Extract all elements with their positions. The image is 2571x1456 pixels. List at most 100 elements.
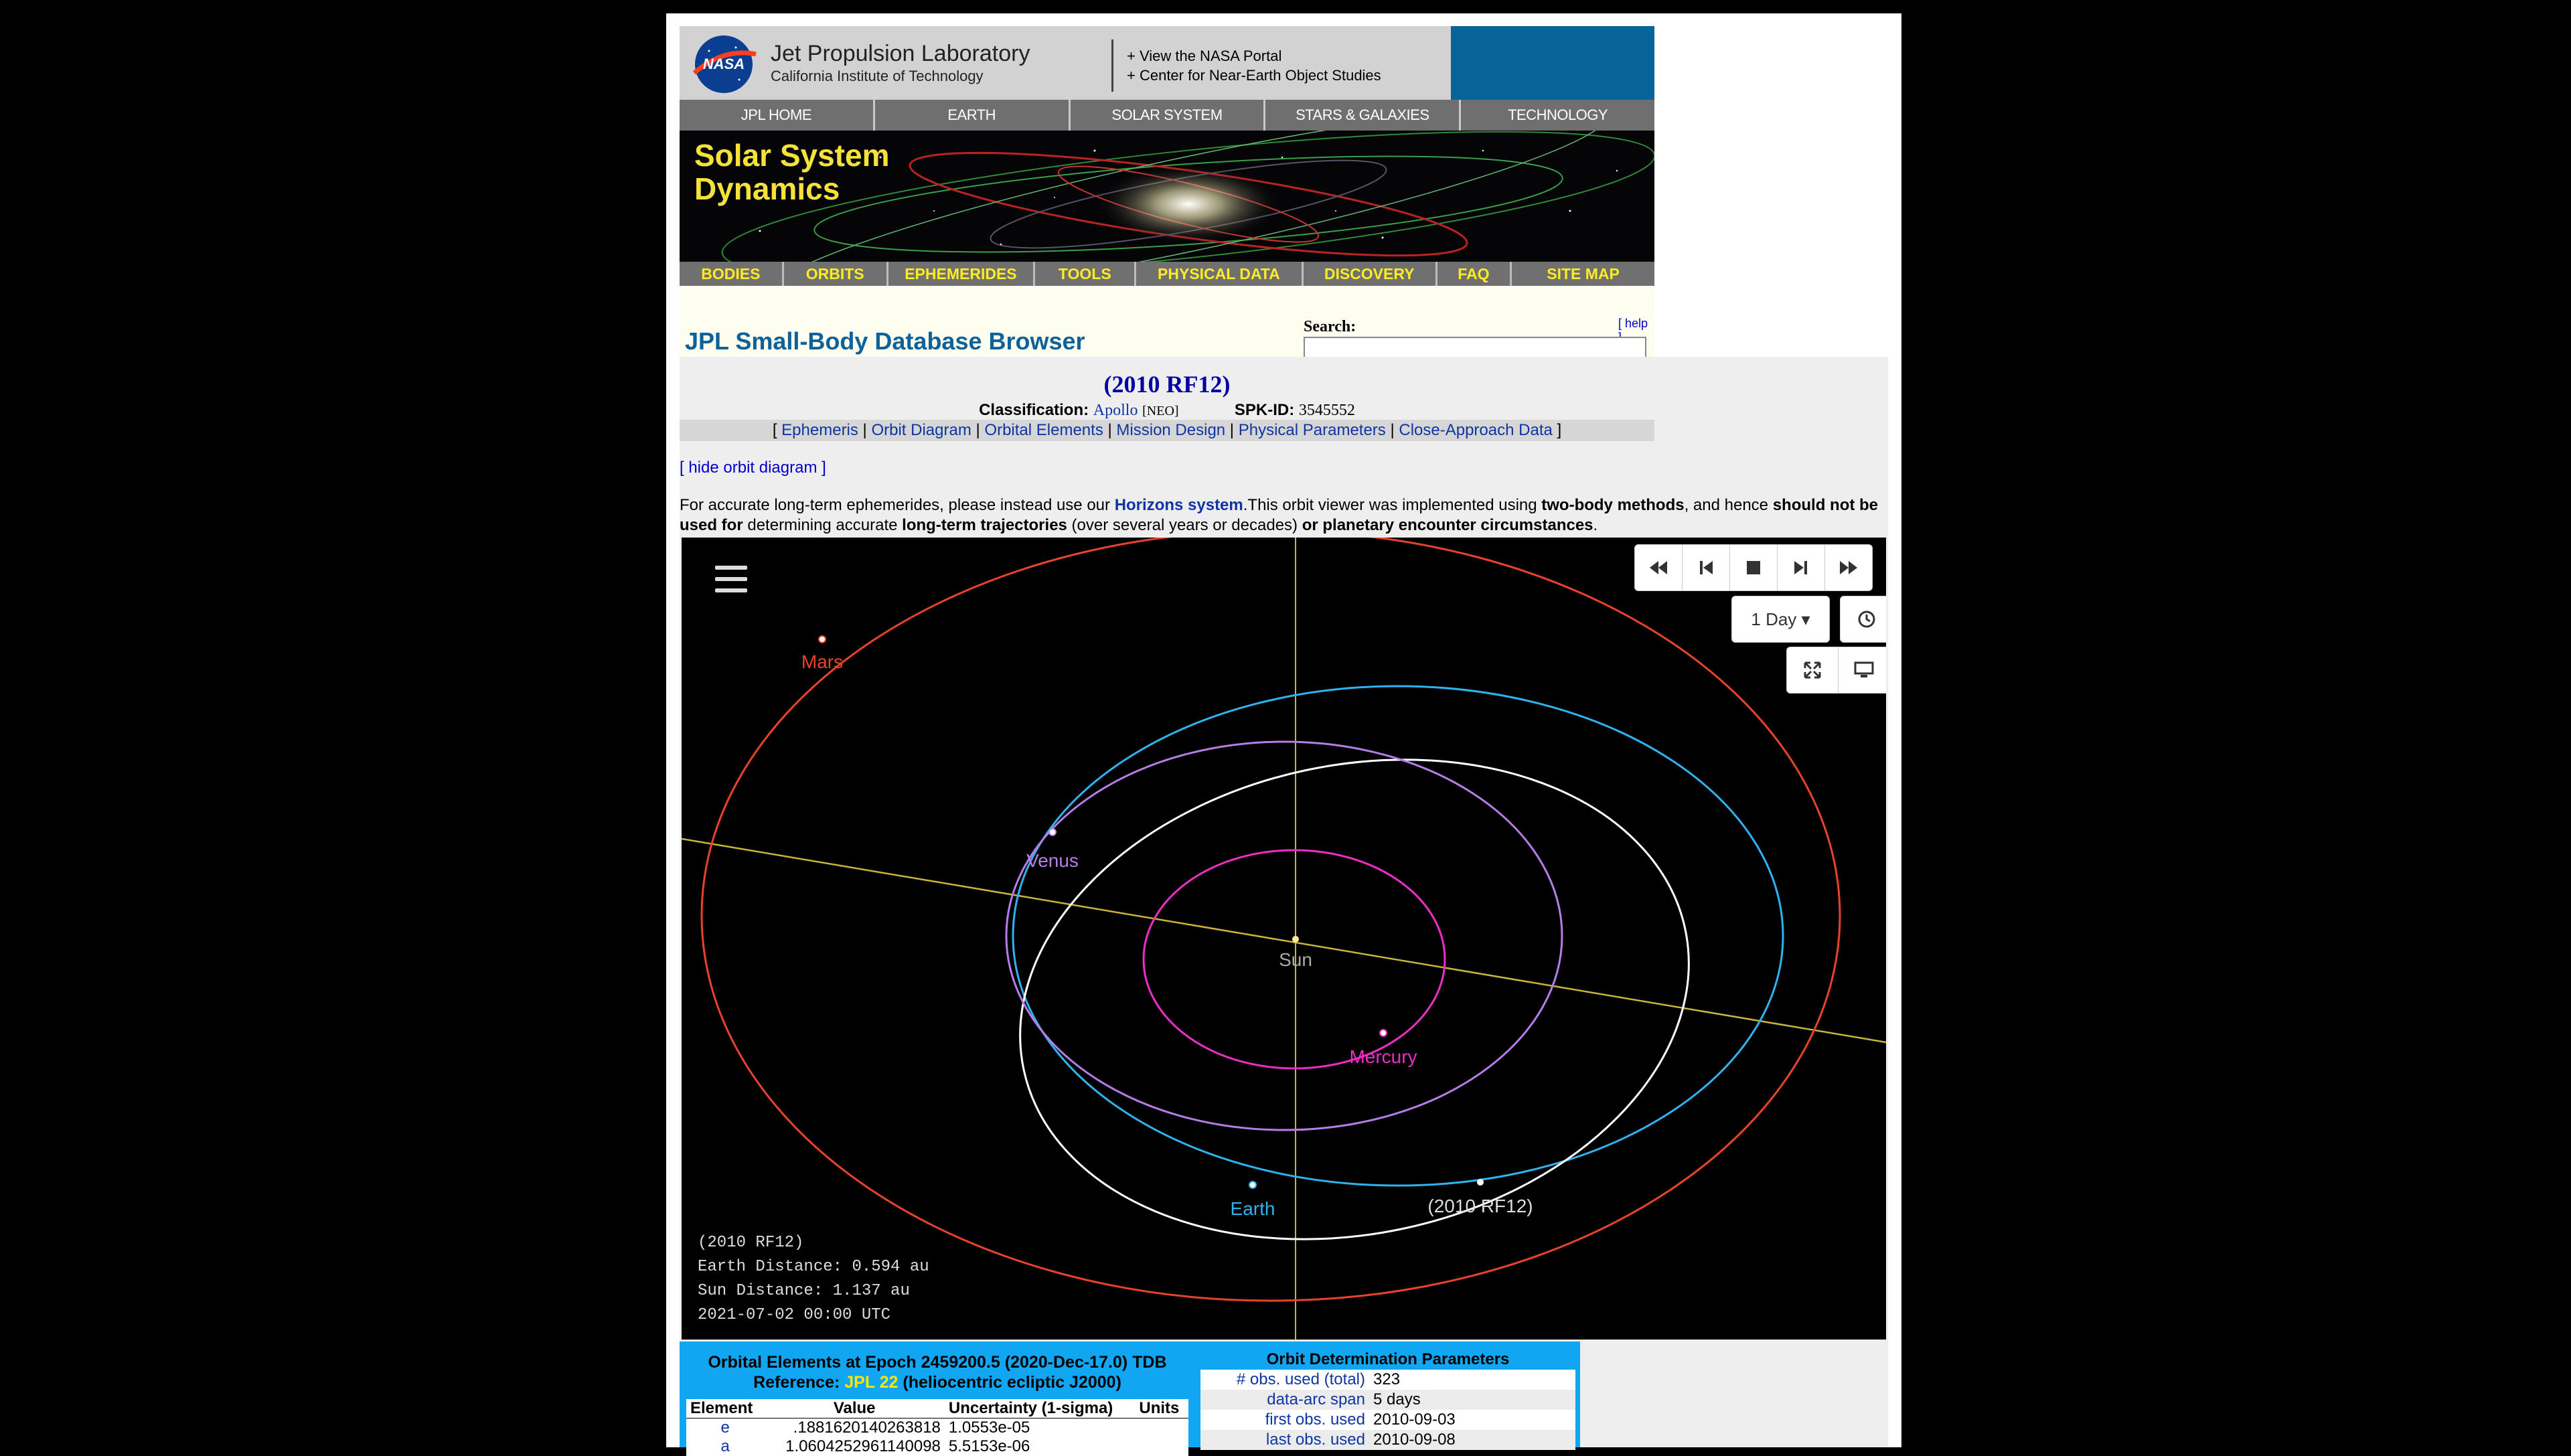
playback-controls bbox=[1634, 544, 1873, 591]
object-links-bar: [ Ephemeris | Orbit Diagram | Orbital El… bbox=[680, 420, 1654, 441]
fullscreen-icon[interactable] bbox=[1787, 647, 1839, 693]
link-mission-design[interactable]: Mission Design bbox=[1116, 421, 1225, 439]
element-uncertainty: 5.5153e-06 bbox=[948, 1437, 1030, 1455]
orbit-readout: (2010 RF12) Earth Distance: 0.594 au Sun D… bbox=[698, 1231, 929, 1327]
mercury-body[interactable] bbox=[1379, 1029, 1387, 1037]
nasa-portal-link[interactable]: + View the NASA Portal bbox=[1127, 46, 1381, 66]
col-units: Units bbox=[1135, 1399, 1188, 1419]
link-physical-parameters[interactable]: Physical Parameters bbox=[1239, 421, 1386, 439]
fast-forward-icon[interactable] bbox=[1825, 545, 1872, 590]
element-uncertainty: 1.0553e-05 bbox=[948, 1419, 1030, 1437]
notice-text: For accurate long-term ephemerides, plea… bbox=[680, 496, 1115, 514]
notice-bold: or planetary encounter circumstances bbox=[1302, 516, 1593, 534]
hide-orbit-diagram-link[interactable]: [ hide orbit diagram ] bbox=[680, 459, 826, 477]
notice-text: determining accurate bbox=[743, 516, 903, 534]
ssd-nav-discovery[interactable]: DISCOVERY bbox=[1304, 262, 1437, 286]
element-value: 1.0604252961140098 bbox=[785, 1437, 941, 1455]
ssd-nav: BODIES ORBITS EPHEMERIDES TOOLS PHYSICAL… bbox=[680, 262, 1654, 286]
orbit-canvas[interactable]: Mars Venus Sun Mercury Earth (2010 RF12) bbox=[682, 538, 1888, 1342]
ssd-nav-site-map[interactable]: SITE MAP bbox=[1512, 262, 1654, 286]
venus-orbit bbox=[1005, 740, 1563, 1131]
neo-tag: [NEO] bbox=[1142, 404, 1179, 418]
notice-text: .This orbit viewer was implemented using bbox=[1243, 496, 1542, 514]
asteroid-label: (2010 RF12) bbox=[1427, 1196, 1533, 1216]
asteroid-body[interactable] bbox=[1477, 1179, 1484, 1186]
notice-text: . bbox=[1593, 516, 1598, 534]
nav-technology[interactable]: TECHNOLOGY bbox=[1461, 100, 1654, 131]
ssd-nav-ephemerides[interactable]: EPHEMERIDES bbox=[888, 262, 1036, 286]
jpl-header: NASA Jet Propulsion Laboratory Californi… bbox=[680, 26, 1654, 100]
od-value: 5 days bbox=[1373, 1390, 1421, 1408]
svg-text:NASA: NASA bbox=[703, 56, 745, 72]
venus-body[interactable] bbox=[1048, 828, 1057, 836]
page: NASA Jet Propulsion Laboratory Californi… bbox=[666, 13, 1901, 1456]
element-units bbox=[1135, 1437, 1188, 1456]
spk-label: SPK-ID: bbox=[1234, 401, 1295, 419]
od-key[interactable]: # obs. used (total) bbox=[1200, 1370, 1369, 1390]
link-ephemeris[interactable]: Ephemeris bbox=[781, 421, 858, 439]
notice-bold: two-body methods bbox=[1541, 496, 1685, 514]
od-key[interactable]: data-arc span bbox=[1200, 1390, 1369, 1410]
link-orbital-elements[interactable]: Orbital Elements bbox=[984, 421, 1103, 439]
nasa-logo[interactable]: NASA bbox=[689, 34, 759, 94]
table-row: e .1881620140263818 1.0553e-05 bbox=[686, 1419, 1188, 1438]
orbit-determination-panel: Orbit Determination Parameters # obs. us… bbox=[1200, 1350, 1575, 1450]
jpl-subtitle: California Institute of Technology bbox=[771, 68, 984, 84]
nav-solar-system[interactable]: SOLAR SYSTEM bbox=[1071, 100, 1266, 131]
earth-body[interactable] bbox=[1249, 1181, 1257, 1189]
col-uncertainty: Uncertainty (1-sigma) bbox=[944, 1399, 1136, 1419]
spk-value: 3545552 bbox=[1298, 402, 1355, 419]
stop-icon[interactable] bbox=[1730, 545, 1778, 590]
notice-text: (over several years or decades) bbox=[1067, 516, 1302, 534]
orbital-elements-table: Element Value Uncertainty (1-sigma) Unit… bbox=[686, 1399, 1188, 1456]
element-name[interactable]: e bbox=[686, 1419, 764, 1438]
speed-select[interactable]: 1 Day ▾ bbox=[1731, 596, 1830, 643]
ssd-nav-faq[interactable]: FAQ bbox=[1437, 262, 1512, 286]
fast-rewind-icon[interactable] bbox=[1635, 545, 1683, 590]
od-key[interactable]: first obs. used bbox=[1200, 1410, 1369, 1430]
nav-stars-galaxies[interactable]: STARS & GALAXIES bbox=[1265, 100, 1462, 131]
menu-icon[interactable] bbox=[715, 566, 747, 592]
orbital-elements-title: Orbital Elements at Epoch 2459200.5 (202… bbox=[680, 1352, 1195, 1392]
view-controls bbox=[1786, 647, 1886, 694]
neo-center-link[interactable]: + Center for Near-Earth Object Studies bbox=[1127, 66, 1381, 85]
ssd-nav-bodies[interactable]: BODIES bbox=[680, 262, 784, 286]
link-close-approach[interactable]: Close-Approach Data bbox=[1399, 421, 1552, 439]
jpl-ref-link[interactable]: JPL 22 bbox=[844, 1373, 898, 1392]
ssd-nav-physical-data[interactable]: PHYSICAL DATA bbox=[1136, 262, 1304, 286]
element-name[interactable]: a bbox=[686, 1437, 764, 1456]
jpl-title[interactable]: Jet Propulsion Laboratory bbox=[771, 41, 1030, 67]
table-row: data-arc span 5 days bbox=[1200, 1390, 1575, 1410]
nav-earth[interactable]: EARTH bbox=[875, 100, 1071, 131]
step-back-icon[interactable] bbox=[1683, 545, 1730, 590]
horizons-link[interactable]: Horizons system bbox=[1115, 496, 1243, 514]
step-forward-icon[interactable] bbox=[1778, 545, 1825, 590]
od-value: 2010-09-03 bbox=[1373, 1410, 1456, 1429]
col-value: Value bbox=[764, 1399, 945, 1419]
clock-icon[interactable] bbox=[1840, 596, 1886, 643]
sun-body[interactable] bbox=[1292, 936, 1299, 943]
ssd-nav-tools[interactable]: TOOLS bbox=[1035, 262, 1137, 286]
mercury-label: Mercury bbox=[1349, 1046, 1417, 1067]
notice-bold: long-term trajectories bbox=[902, 516, 1067, 534]
od-value: 323 bbox=[1373, 1370, 1401, 1388]
display-icon[interactable] bbox=[1839, 647, 1886, 693]
earth-orbit bbox=[1012, 685, 1784, 1187]
nav-jpl-home[interactable]: JPL HOME bbox=[680, 100, 875, 131]
ssd-banner: Solar System Dynamics bbox=[680, 131, 1654, 262]
earth-label: Earth bbox=[1231, 1198, 1275, 1219]
ssd-nav-orbits[interactable]: ORBITS bbox=[784, 262, 888, 286]
link-orbit-diagram[interactable]: Orbit Diagram bbox=[871, 421, 971, 439]
mars-body[interactable] bbox=[818, 635, 826, 643]
header-blue-block bbox=[1451, 26, 1654, 100]
classification-link[interactable]: Apollo bbox=[1093, 402, 1138, 419]
elements-ref-suffix: (heliocentric ecliptic J2000) bbox=[898, 1373, 1121, 1392]
readout-earth-distance: Earth Distance: 0.594 au bbox=[698, 1258, 929, 1276]
readout-sun-distance: Sun Distance: 1.137 au bbox=[698, 1282, 910, 1300]
element-units bbox=[1135, 1419, 1188, 1438]
search-label: Search: bbox=[1304, 318, 1356, 335]
ssd-title[interactable]: Solar System Dynamics bbox=[694, 139, 889, 206]
sun-label: Sun bbox=[1279, 949, 1312, 970]
orbit-viewer[interactable]: Mars Venus Sun Mercury Earth (2010 RF12) bbox=[680, 536, 1888, 1342]
table-row: first obs. used 2010-09-03 bbox=[1200, 1410, 1575, 1430]
